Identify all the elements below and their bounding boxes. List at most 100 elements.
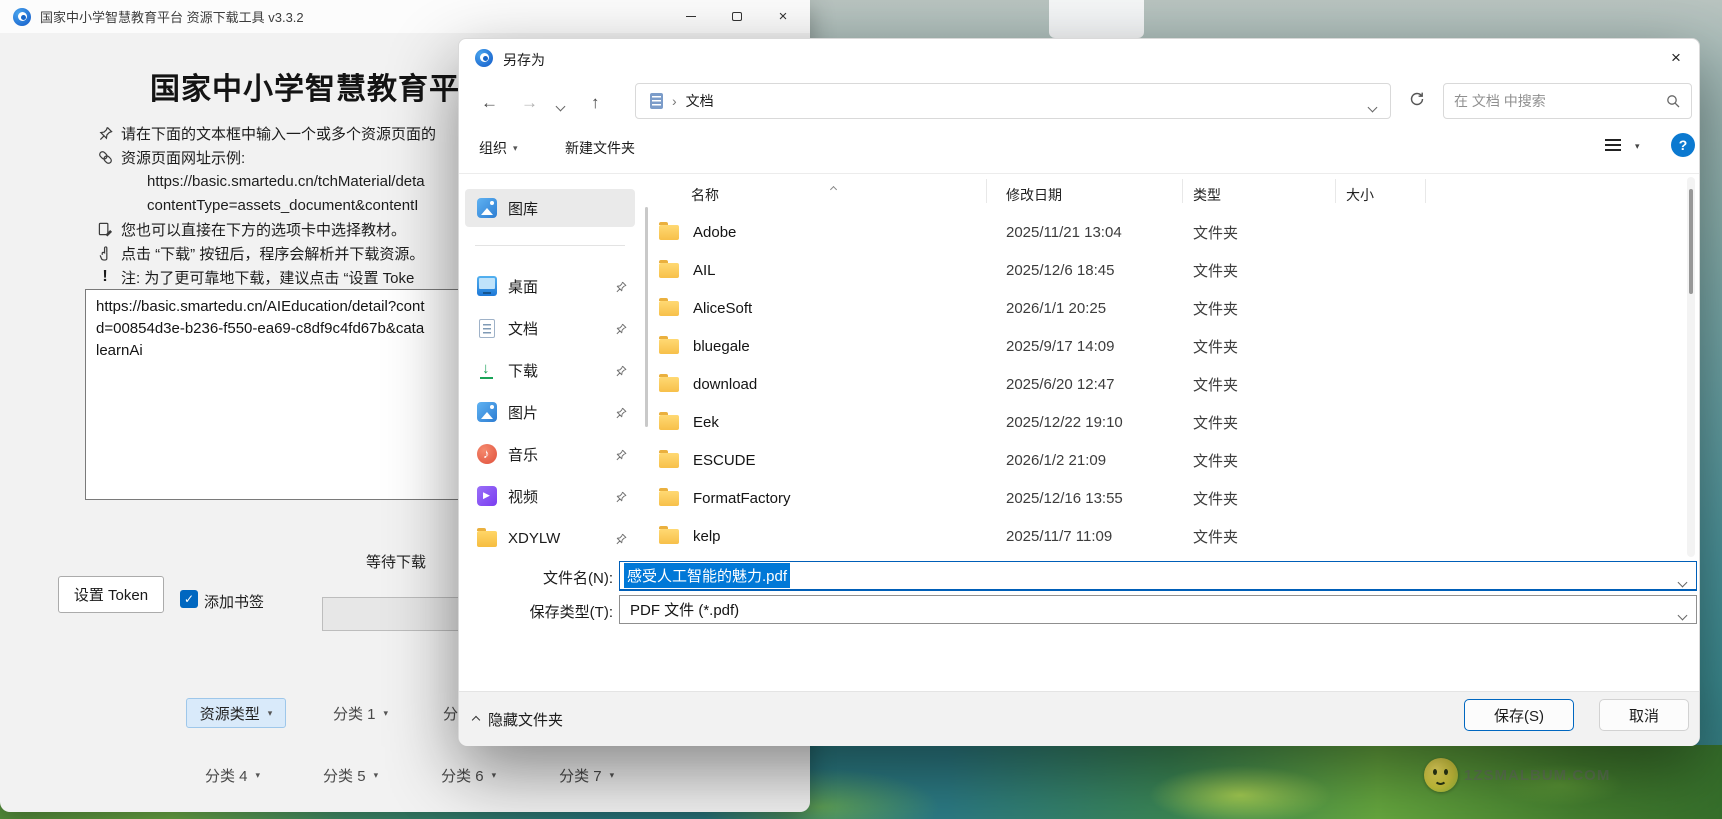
file-row[interactable]: FormatFactory 2025/12/16 13:55 文件夹 xyxy=(651,479,1681,517)
sidebar-item[interactable]: 桌面 xyxy=(465,267,635,305)
file-row[interactable]: Eek 2025/12/22 19:10 文件夹 xyxy=(651,403,1681,441)
set-token-button[interactable]: 设置 Token xyxy=(58,576,164,613)
sidebar-scrollbar[interactable] xyxy=(645,207,648,427)
folder-icon xyxy=(659,453,679,468)
sidebar-item[interactable]: 图片 xyxy=(465,393,635,431)
file-row[interactable]: AliceSoft 2026/1/1 20:25 文件夹 xyxy=(651,289,1681,327)
sidebar-item[interactable]: 视频 xyxy=(465,477,635,515)
folder-icon xyxy=(659,529,679,544)
sidebar-item[interactable]: 图库 xyxy=(465,189,635,227)
column-divider[interactable] xyxy=(1425,179,1426,203)
filter-label: 分类 4 xyxy=(205,765,248,786)
scrollbar-thumb[interactable] xyxy=(1689,189,1693,294)
sidebar-item-label: 下载 xyxy=(508,360,538,381)
sidebar-item-icon xyxy=(477,360,497,380)
forward-button[interactable]: → xyxy=(521,93,538,113)
filter-label: 分类 1 xyxy=(333,703,376,724)
column-header-date[interactable]: 修改日期 xyxy=(1006,185,1062,205)
view-list-icon[interactable] xyxy=(1605,139,1621,151)
hide-folders-toggle[interactable]: 隐藏文件夹 xyxy=(473,709,563,730)
sidebar-item-label: 视频 xyxy=(508,486,538,507)
file-list-scrollbar[interactable] xyxy=(1687,177,1695,557)
chevron-down-icon: ▾ xyxy=(374,770,379,781)
maximize-icon xyxy=(732,12,742,21)
sidebar-item-icon xyxy=(477,531,497,547)
breadcrumb-documents[interactable]: 文档 xyxy=(686,91,714,111)
file-type: 文件夹 xyxy=(1193,374,1343,395)
file-row[interactable]: kelp 2025/11/7 11:09 文件夹 xyxy=(651,517,1681,555)
cancel-button[interactable]: 取消 xyxy=(1599,699,1689,731)
dialog-close-button[interactable]: × xyxy=(1653,39,1699,77)
search-input[interactable] xyxy=(1454,85,1654,117)
filter-dropdown[interactable]: 分类 6 ▾ xyxy=(433,760,504,790)
column-header-name[interactable]: 名称 xyxy=(691,185,719,205)
minimize-button[interactable] xyxy=(668,0,714,33)
address-dropdown-chevron-icon[interactable] xyxy=(1369,98,1376,116)
file-date-modified: 2025/11/7 11:09 xyxy=(1006,528,1193,545)
watermark: 1ZSMALBUM.COM xyxy=(1424,758,1610,792)
chevron-down-icon: ▾ xyxy=(513,143,518,154)
background-window xyxy=(1049,0,1144,38)
filename-chevron-icon[interactable] xyxy=(1679,573,1686,591)
refresh-icon[interactable] xyxy=(1409,91,1425,112)
column-header-type[interactable]: 类型 xyxy=(1193,185,1221,205)
folder-icon xyxy=(659,301,679,316)
sidebar-item[interactable]: 文档 xyxy=(465,309,635,347)
sidebar-item[interactable]: XDYLW xyxy=(465,519,635,557)
column-divider[interactable] xyxy=(1182,179,1183,203)
file-name: FormatFactory xyxy=(693,490,1006,507)
instruction-bullet-icon: ! xyxy=(96,148,114,166)
address-bar[interactable]: › 文档 xyxy=(635,83,1391,119)
pin-icon xyxy=(615,448,627,465)
sidebar-item-icon xyxy=(477,486,497,506)
folder-icon xyxy=(659,377,679,392)
up-button[interactable]: ↑ xyxy=(591,93,600,113)
sidebar-item[interactable]: 下载 xyxy=(465,351,635,389)
file-row[interactable]: AIL 2025/12/6 18:45 文件夹 xyxy=(651,251,1681,289)
file-name: Adobe xyxy=(693,224,1006,241)
file-row[interactable]: bluegale 2025/9/17 14:09 文件夹 xyxy=(651,327,1681,365)
file-name: bluegale xyxy=(693,338,1006,355)
file-date-modified: 2025/11/21 13:04 xyxy=(1006,224,1193,241)
maximize-button[interactable] xyxy=(714,0,760,33)
help-icon[interactable]: ? xyxy=(1671,133,1695,157)
sort-ascending-icon[interactable] xyxy=(831,179,836,197)
new-folder-button[interactable]: 新建文件夹 xyxy=(565,138,635,158)
filter-dropdown[interactable]: 资源类型 ▾ xyxy=(186,698,286,728)
app-titlebar[interactable]: 国家中小学智慧教育平台 资源下载工具 v3.3.2 × xyxy=(0,0,810,33)
filter-dropdown[interactable]: 分类 4 ▾ xyxy=(197,760,268,790)
bookmark-checkbox[interactable]: ✓ xyxy=(180,590,198,608)
sidebar-item[interactable]: 音乐 xyxy=(465,435,635,473)
pin-icon xyxy=(615,322,627,339)
view-chevron-icon[interactable]: ▾ xyxy=(1635,141,1640,152)
filter-dropdown[interactable]: 分类 5 ▾ xyxy=(315,760,386,790)
file-row[interactable]: download 2025/6/20 12:47 文件夹 xyxy=(651,365,1681,403)
savetype-select[interactable]: PDF 文件 (*.pdf) xyxy=(619,595,1697,624)
column-header-size[interactable]: 大小 xyxy=(1346,185,1374,205)
folder-icon xyxy=(659,263,679,278)
file-row[interactable]: Adobe 2025/11/21 13:04 文件夹 xyxy=(651,213,1681,251)
filter-row-2: 分类 4 ▾ 分类 5 ▾ 分类 6 ▾ 分类 7 ▾ xyxy=(197,760,622,790)
instruction-text: 请在下面的文本框中输入一个或多个资源页面的 xyxy=(121,123,436,144)
organize-button[interactable]: 组织 ▾ xyxy=(479,138,518,158)
sidebar-item-label: 图库 xyxy=(508,198,538,219)
file-name: download xyxy=(693,376,1006,393)
search-icon[interactable] xyxy=(1666,94,1681,114)
file-row[interactable]: ESCUDE 2026/1/2 21:09 文件夹 xyxy=(651,441,1681,479)
column-divider[interactable] xyxy=(986,179,987,203)
file-type: 文件夹 xyxy=(1193,298,1343,319)
filter-dropdown[interactable]: 分类 7 ▾ xyxy=(551,760,622,790)
chevron-down-icon: ▾ xyxy=(256,770,261,781)
close-button[interactable]: × xyxy=(760,0,806,33)
column-divider[interactable] xyxy=(1335,179,1336,203)
back-button[interactable]: ← xyxy=(481,93,498,113)
chevron-down-icon: ▾ xyxy=(268,708,273,719)
pin-icon xyxy=(615,364,627,381)
filter-dropdown[interactable]: 分类 1 ▾ xyxy=(325,698,396,728)
window-controls: × xyxy=(668,0,806,33)
save-button[interactable]: 保存(S) xyxy=(1464,699,1574,731)
file-name: AIL xyxy=(693,262,1006,279)
recent-locations-chevron-icon[interactable] xyxy=(557,97,564,115)
filename-input[interactable]: 感受人工智能的魅力.pdf xyxy=(619,561,1697,591)
instruction-text: https://basic.smartedu.cn/tchMaterial/de… xyxy=(147,173,425,190)
